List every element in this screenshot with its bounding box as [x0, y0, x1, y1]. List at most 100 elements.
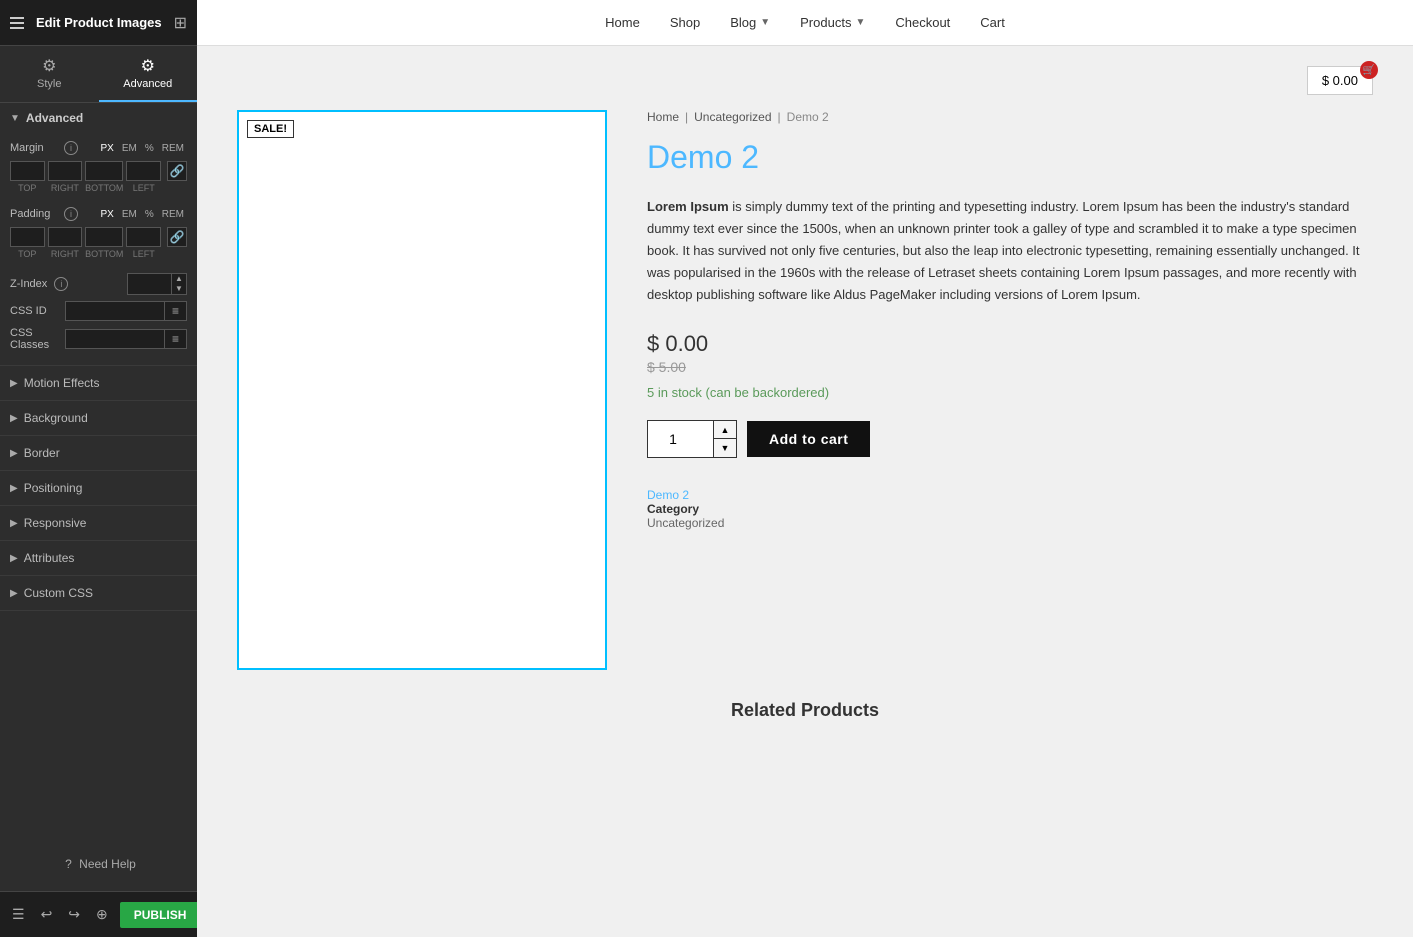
css-id-input-wrap: ≡ [65, 301, 187, 321]
panel-tabs: ⚙ Style ⚙ Advanced [0, 46, 197, 103]
breadcrumb-uncategorized[interactable]: Uncategorized [694, 110, 771, 124]
zindex-up[interactable]: ▲ [172, 274, 186, 284]
padding-unit-em[interactable]: EM [119, 208, 140, 221]
custom-css-arrow: ▶ [10, 588, 18, 599]
breadcrumb-sep-2: | [778, 110, 781, 124]
css-classes-edit-btn[interactable]: ≡ [165, 329, 187, 349]
custom-css-item[interactable]: ▶ Custom CSS [0, 576, 197, 611]
margin-bottom-input[interactable] [85, 161, 123, 181]
price-current: $ 0.00 [647, 331, 708, 356]
sale-badge: SALE! [247, 120, 294, 138]
products-chevron: ▼ [855, 17, 865, 28]
css-id-row: CSS ID ≡ [10, 301, 187, 321]
attributes-item[interactable]: ▶ Attributes [0, 541, 197, 576]
tab-advanced[interactable]: ⚙ Advanced [99, 46, 198, 102]
cart-area: $ 0.00 🛒 [237, 66, 1373, 95]
price-original: $ 5.00 [647, 359, 1373, 375]
padding-unit-px[interactable]: PX [98, 208, 117, 221]
grid-icon[interactable]: ⊞ [174, 13, 187, 33]
nav-shop[interactable]: Shop [670, 15, 700, 30]
style-icon: ⚙ [0, 56, 99, 76]
margin-right-input[interactable] [48, 161, 83, 181]
cart-icon: 🛒 [1363, 65, 1375, 76]
background-item[interactable]: ▶ Background [0, 401, 197, 436]
margin-top-input[interactable] [10, 161, 45, 181]
border-item[interactable]: ▶ Border [0, 436, 197, 471]
breadcrumb-home[interactable]: Home [647, 110, 679, 124]
tool-btn-4[interactable]: ⊕ [92, 902, 112, 927]
qty-spinner: ▲ ▼ [713, 421, 736, 457]
margin-unit-em[interactable]: EM [119, 142, 140, 155]
css-classes-row: CSS Classes ≡ [10, 327, 187, 351]
margin-top-box: TOP [10, 161, 45, 193]
nav-home[interactable]: Home [605, 15, 640, 30]
tab-style[interactable]: ⚙ Style [0, 46, 99, 102]
hamburger-icon[interactable] [10, 17, 24, 29]
positioning-arrow: ▶ [10, 483, 18, 494]
margin-left-input[interactable] [126, 161, 161, 181]
nav-cart[interactable]: Cart [980, 15, 1005, 30]
breadcrumb-sep-1: | [685, 110, 688, 124]
padding-right-input[interactable] [48, 227, 83, 247]
positioning-item[interactable]: ▶ Positioning [0, 471, 197, 506]
padding-right-box: RIGHT [48, 227, 83, 259]
qty-up[interactable]: ▲ [714, 421, 736, 439]
tool-btn-2[interactable]: ↩ [37, 902, 57, 927]
padding-info-icon: i [64, 207, 78, 221]
motion-effects-item[interactable]: ▶ Motion Effects [0, 366, 197, 401]
zindex-label: Z-Index i [10, 277, 127, 291]
padding-left-input[interactable] [126, 227, 161, 247]
margin-inputs: TOP RIGHT BOTTOM LEFT [10, 161, 161, 193]
tool-btn-1[interactable]: ☰ [8, 902, 29, 927]
padding-link-btn[interactable]: 🔗 [167, 227, 187, 247]
advanced-section: ▼ Advanced Margin i PX EM % REM TOP [0, 103, 197, 366]
qty-input[interactable] [648, 421, 713, 457]
nav-blog[interactable]: Blog ▼ [730, 15, 770, 30]
tool-btn-3[interactable]: ↪ [64, 902, 84, 927]
padding-unit-percent[interactable]: % [142, 208, 157, 221]
product-title: Demo 2 [647, 139, 1373, 176]
left-panel: Edit Product Images ⊞ ⚙ Style ⚙ Advanced… [0, 0, 197, 937]
qty-input-wrap: ▲ ▼ [647, 420, 737, 458]
cart-badge: 🛒 [1360, 61, 1378, 79]
zindex-row: Z-Index i ▲ ▼ [10, 273, 187, 295]
advanced-section-header[interactable]: ▼ Advanced [0, 103, 197, 133]
border-arrow: ▶ [10, 448, 18, 459]
meta-category-label: Category [647, 502, 699, 516]
cart-button[interactable]: $ 0.00 🛒 [1307, 66, 1373, 95]
padding-top-input[interactable] [10, 227, 45, 247]
responsive-item[interactable]: ▶ Responsive [0, 506, 197, 541]
margin-unit-rem[interactable]: REM [159, 142, 187, 155]
margin-unit-px[interactable]: PX [98, 142, 117, 155]
margin-bottom-box: BOTTOM [85, 161, 123, 193]
add-to-cart-button[interactable]: Add to cart [747, 421, 870, 457]
bottom-toolbar: ☰ ↩ ↪ ⊕ PUBLISH ▼ [0, 891, 197, 937]
nav-checkout[interactable]: Checkout [895, 15, 950, 30]
blog-chevron: ▼ [760, 17, 770, 28]
padding-row: Padding i PX EM % REM [10, 207, 187, 221]
breadcrumb: Home | Uncategorized | Demo 2 [647, 110, 1373, 124]
padding-units: PX EM % REM [98, 208, 187, 221]
margin-unit-percent[interactable]: % [142, 142, 157, 155]
product-image-box: SALE! [237, 110, 607, 670]
qty-down[interactable]: ▼ [714, 439, 736, 457]
product-price: $ 0.00 $ 5.00 [647, 331, 1373, 375]
need-help[interactable]: ? Need Help [0, 837, 197, 891]
css-id-edit-btn[interactable]: ≡ [165, 301, 187, 321]
css-classes-input[interactable] [65, 329, 165, 349]
css-classes-input-wrap: ≡ [65, 329, 187, 349]
background-arrow: ▶ [10, 413, 18, 424]
zindex-input[interactable] [127, 273, 172, 295]
breadcrumb-current: Demo 2 [787, 110, 829, 124]
padding-unit-rem[interactable]: REM [159, 208, 187, 221]
product-info: Home | Uncategorized | Demo 2 Demo 2 Lor… [647, 110, 1373, 670]
nav-products[interactable]: Products ▼ [800, 15, 865, 30]
css-id-input[interactable] [65, 301, 165, 321]
publish-button[interactable]: PUBLISH [120, 902, 197, 928]
zindex-down[interactable]: ▼ [172, 284, 186, 294]
meta-name-link[interactable]: Demo 2 [647, 488, 689, 502]
margin-link-btn[interactable]: 🔗 [167, 161, 187, 181]
add-to-cart-row: ▲ ▼ Add to cart [647, 420, 1373, 458]
description-bold: Lorem Ipsum [647, 199, 729, 214]
padding-bottom-input[interactable] [85, 227, 123, 247]
